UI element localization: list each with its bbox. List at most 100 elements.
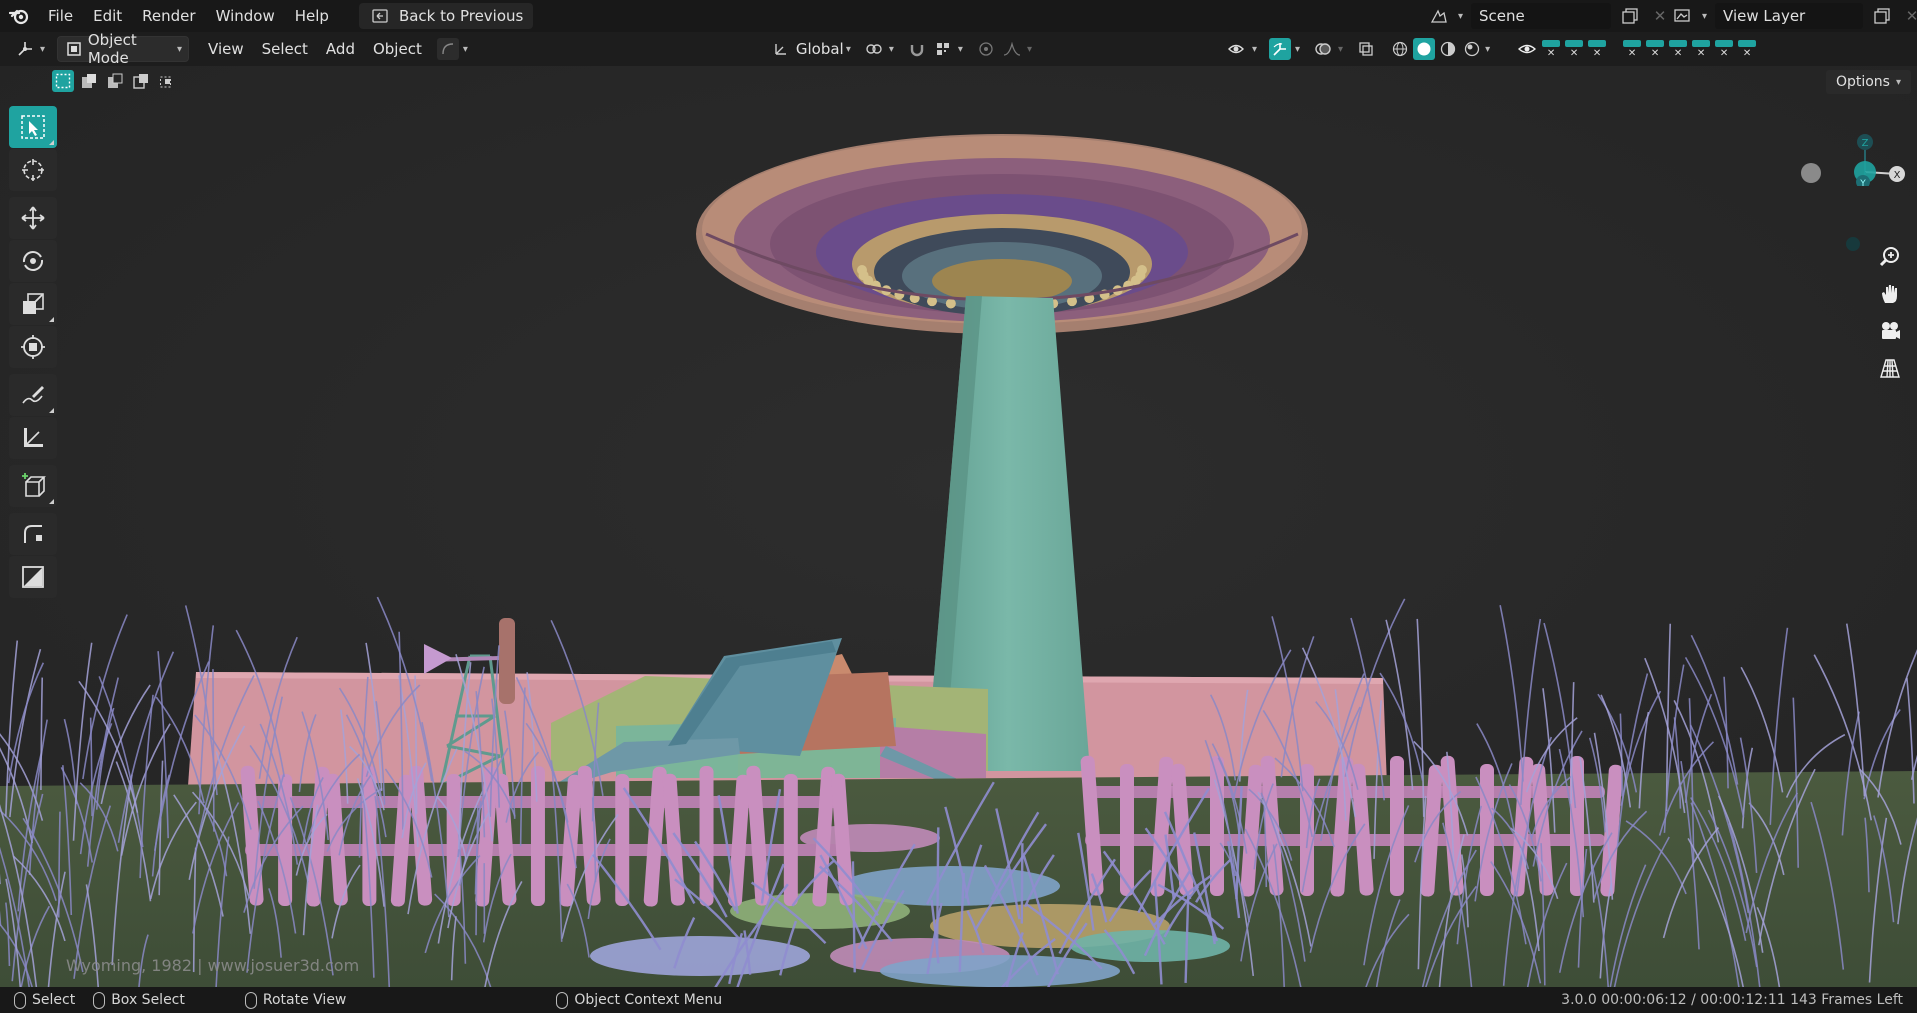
- status-box-select-label: Box Select: [111, 992, 185, 1008]
- collection-toggle[interactable]: ✕: [1667, 38, 1689, 60]
- editor-type-button[interactable]: ▾: [8, 36, 51, 62]
- tool-annotate[interactable]: [9, 374, 57, 416]
- select-extend-icon[interactable]: [78, 70, 100, 92]
- selectability-visibility-button[interactable]: ▾: [1220, 36, 1263, 62]
- navigation-gizmo[interactable]: Z X Y: [1797, 86, 1907, 207]
- material-shading-icon[interactable]: [1437, 38, 1459, 60]
- collection-toggle[interactable]: ✕: [1713, 38, 1735, 60]
- proportional-editing-toggle[interactable]: ▾: [969, 36, 1038, 62]
- status-context-label: Object Context Menu: [574, 992, 723, 1008]
- 3d-viewport[interactable]: Options ▾ Z X Y Wyoming, 1982 | www.josu…: [0, 66, 1917, 987]
- neg-x-axis-icon: [1801, 163, 1821, 183]
- scene-name-field[interactable]: Scene: [1471, 3, 1612, 29]
- screen-back-icon: [369, 5, 391, 27]
- menu-object[interactable]: Object: [364, 40, 431, 58]
- overlays-icon: [1312, 38, 1334, 60]
- wireframe-shading-icon[interactable]: [1389, 38, 1411, 60]
- select-new-icon[interactable]: [52, 70, 74, 92]
- solid-shading-icon[interactable]: [1413, 38, 1436, 60]
- pan-hand-icon[interactable]: [1875, 279, 1905, 309]
- menu-window[interactable]: Window: [206, 0, 285, 32]
- collection-toggle[interactable]: ✕: [1540, 38, 1562, 60]
- tool-shear[interactable]: [9, 513, 57, 555]
- viewport-header: ▾ Object Mode ▾ View Select Add Object ▾…: [0, 31, 1917, 67]
- collection-toggle[interactable]: ✕: [1644, 38, 1666, 60]
- tool-transform[interactable]: [9, 326, 57, 368]
- pivot-icon: [863, 38, 885, 60]
- pivot-point-button[interactable]: ▾: [857, 36, 900, 62]
- tool-rotate[interactable]: [9, 240, 57, 282]
- transform-orientation-dropdown[interactable]: Global ▾: [764, 36, 857, 62]
- zoom-icon[interactable]: [1875, 242, 1905, 272]
- more-tools-indicator: [49, 408, 54, 413]
- chevron-down-icon: ▾: [1485, 43, 1491, 55]
- duplicate-scene-icon[interactable]: [1619, 5, 1641, 27]
- duplicate-view-layer-icon[interactable]: [1871, 5, 1893, 27]
- collection-toggle[interactable]: ✕: [1736, 38, 1758, 60]
- curve-icon: [436, 38, 459, 60]
- menu-add[interactable]: Add: [317, 40, 364, 58]
- xray-toggle[interactable]: [1349, 36, 1383, 62]
- collection-toggle[interactable]: ✕: [1621, 38, 1643, 60]
- back-to-previous-label: Back to Previous: [398, 7, 524, 25]
- mode-dropdown[interactable]: Object Mode ▾: [57, 31, 190, 67]
- tool-move[interactable]: [9, 197, 57, 239]
- overlays-toggle[interactable]: ▾: [1306, 36, 1349, 62]
- middle-mouse-icon: [244, 991, 257, 1009]
- chevron-down-icon: ▾: [888, 43, 894, 55]
- chevron-down-icon: ▾: [957, 43, 963, 55]
- menu-render[interactable]: Render: [132, 0, 205, 32]
- chevron-down-icon: ▾: [1026, 43, 1032, 55]
- object-type-filter-button[interactable]: ▾: [431, 36, 474, 62]
- chevron-down-icon: ▾: [462, 43, 468, 55]
- select-intersect-icon[interactable]: [156, 70, 178, 92]
- close-scene-icon[interactable]: ✕: [1649, 5, 1671, 27]
- scene-selector[interactable]: ▾ Scene ✕: [1428, 3, 1671, 29]
- collection-toggle[interactable]: ✕: [1690, 38, 1712, 60]
- menu-view[interactable]: View: [199, 40, 253, 58]
- select-subtract-icon[interactable]: [104, 70, 126, 92]
- gizmo-toggle[interactable]: ▾: [1263, 36, 1306, 62]
- right-mouse-icon: [556, 991, 569, 1009]
- snap-grid-icon: [932, 38, 954, 60]
- tool-measure[interactable]: [9, 417, 57, 459]
- collection-toggle[interactable]: ✕: [1586, 38, 1608, 60]
- scene-render: [0, 66, 1917, 987]
- tool-cursor[interactable]: [9, 149, 57, 191]
- menu-file[interactable]: File: [38, 0, 83, 32]
- neg-z-axis-icon[interactable]: [1845, 236, 1861, 252]
- watermark-text: Wyoming, 1982 | www.josuer3d.com: [66, 956, 360, 975]
- top-menu-bar: File Edit Render Window Help Back to Pre…: [0, 0, 1917, 32]
- shading-modes[interactable]: ▾: [1383, 36, 1496, 62]
- orientation-label: Global: [795, 40, 844, 58]
- tool-add-cube[interactable]: [9, 465, 57, 507]
- view-layer-name-field[interactable]: View Layer: [1715, 3, 1864, 29]
- chevron-down-icon: ▾: [1338, 43, 1344, 55]
- collection-toggle[interactable]: ✕: [1563, 38, 1585, 60]
- menu-select[interactable]: Select: [253, 40, 317, 58]
- magnet-icon: [906, 38, 928, 60]
- tool-scale[interactable]: [9, 283, 57, 325]
- object-mode-icon: [64, 38, 84, 60]
- rendered-shading-icon[interactable]: [1461, 38, 1483, 60]
- menu-help[interactable]: Help: [285, 0, 339, 32]
- 3d-viewport-icon: [14, 38, 36, 60]
- menu-edit[interactable]: Edit: [83, 0, 132, 32]
- status-box-select-hint: Box Select: [93, 991, 185, 1009]
- view-layer-icon: [1672, 5, 1694, 27]
- view-layer-selector[interactable]: ▾ View Layer ✕: [1672, 3, 1917, 29]
- perspective-grid-icon[interactable]: [1875, 353, 1905, 383]
- tool-select-box[interactable]: [9, 106, 57, 148]
- tool-extrude[interactable]: [9, 556, 57, 598]
- camera-view-icon[interactable]: [1875, 316, 1905, 346]
- select-invert-icon[interactable]: [130, 70, 152, 92]
- status-context-hint: Object Context Menu: [556, 991, 723, 1009]
- more-tools-indicator: [49, 317, 54, 322]
- chevron-down-icon: ▾: [845, 43, 851, 55]
- eye-icon[interactable]: [1516, 38, 1538, 60]
- blender-logo-icon[interactable]: [0, 0, 38, 32]
- snap-toggle[interactable]: ▾: [900, 36, 969, 62]
- back-to-previous-button[interactable]: Back to Previous: [358, 3, 534, 29]
- x-axis-label: X: [1894, 170, 1901, 181]
- close-view-layer-icon[interactable]: ✕: [1901, 5, 1917, 27]
